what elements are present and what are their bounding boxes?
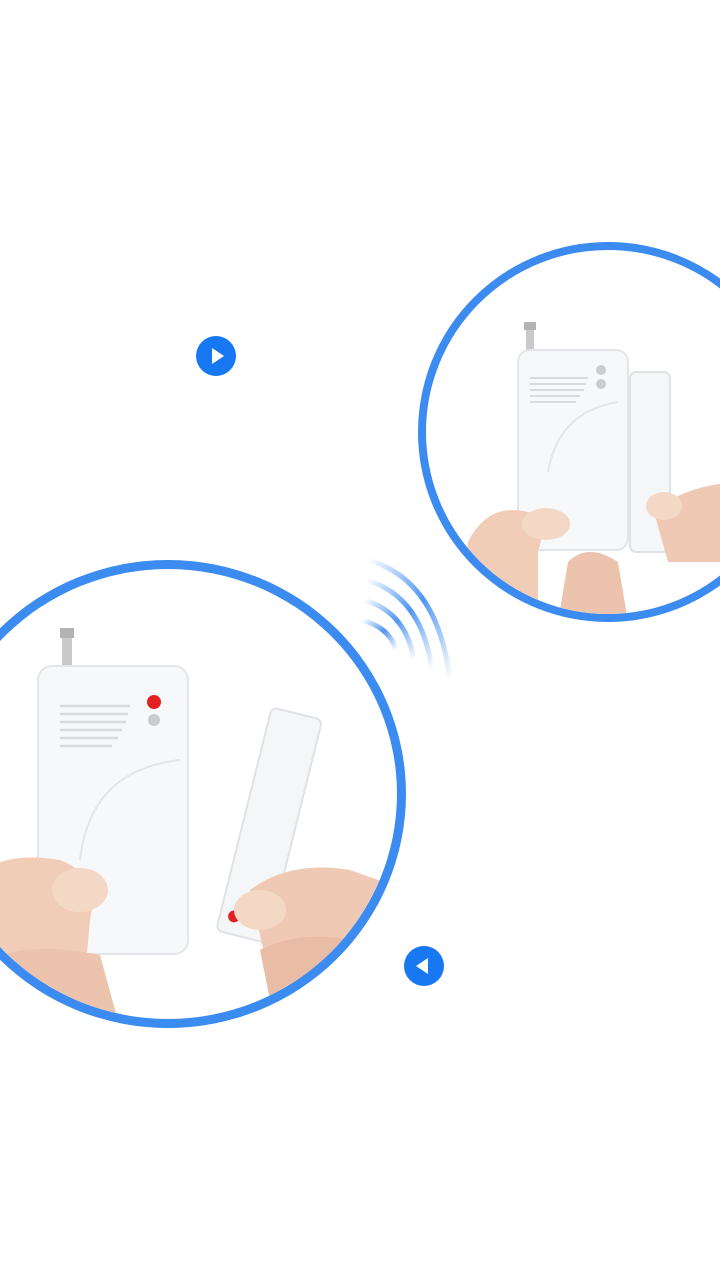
- door-sensor-open-illustration: [0, 628, 397, 1019]
- product-image-sensor-open: [0, 560, 406, 1028]
- wireless-signal-icon: [359, 557, 453, 683]
- play-left-icon: [416, 958, 428, 974]
- play-right-icon: [212, 348, 224, 364]
- product-gallery-canvas: [0, 0, 720, 1280]
- next-button[interactable]: [196, 336, 236, 376]
- previous-button[interactable]: [404, 946, 444, 986]
